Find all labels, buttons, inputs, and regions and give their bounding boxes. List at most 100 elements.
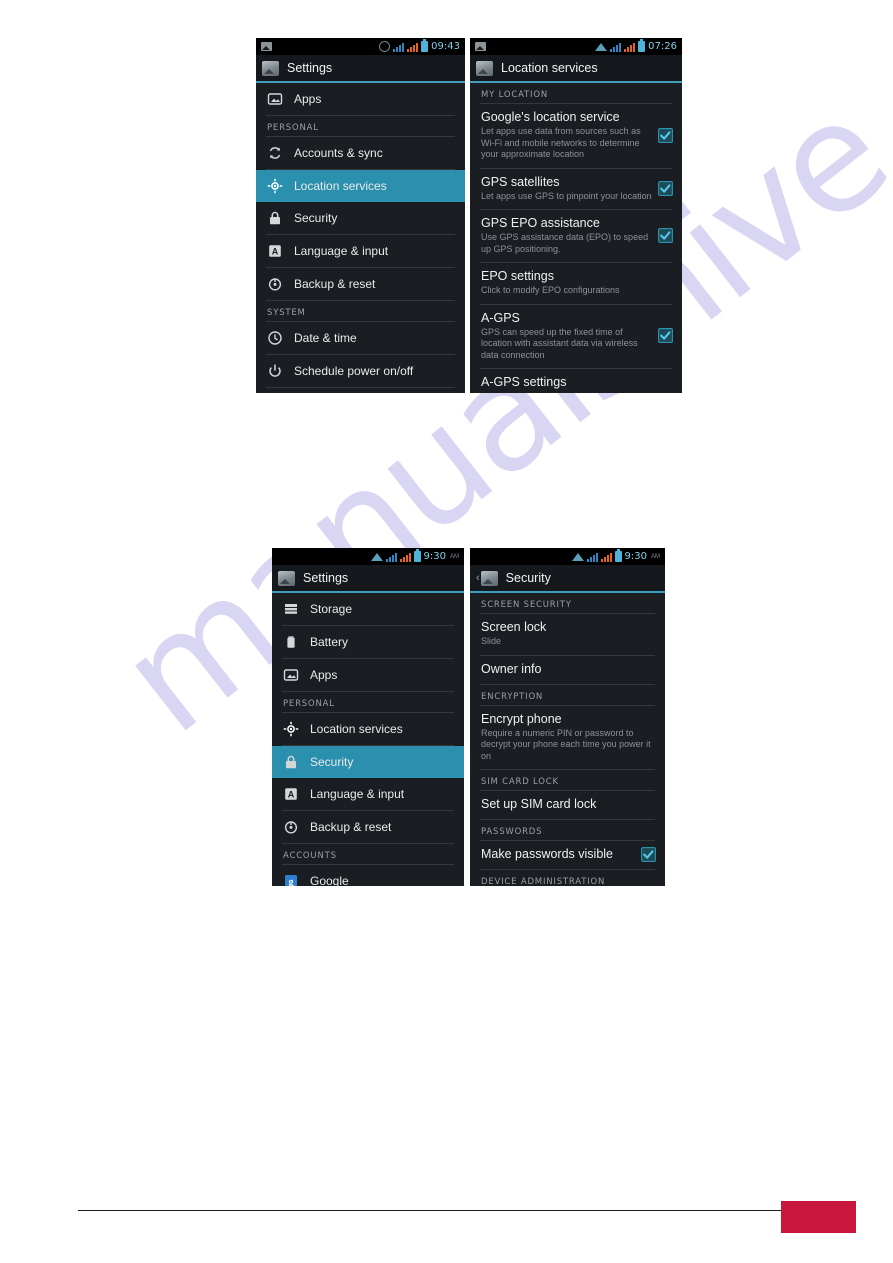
lock-icon [283, 754, 299, 770]
checkbox-checked[interactable] [658, 127, 673, 143]
settings-item-title: GPS satellites [481, 174, 560, 189]
status-bar: 09:43 [256, 38, 465, 55]
photo-icon [261, 42, 272, 51]
list-item-label: Language & input [310, 787, 405, 801]
settings-item-title: GPS EPO assistance [481, 216, 600, 230]
list-item-label: Google [310, 874, 349, 886]
screenshot-panel-security: 9:30 AM ‹ Security SCREEN SECURITY Screen loc… [470, 548, 665, 886]
svg-text:A: A [272, 247, 279, 257]
list-item[interactable]: A Language & input [256, 235, 465, 267]
settings-list: MY LOCATION Google's location service Let … [470, 83, 682, 393]
list-item-label: Schedule power on/off [294, 364, 414, 378]
screenshot-panel-settings-location: 09:43 Settings Apps PERSONAL Accounts & sync… [256, 38, 465, 393]
svg-text:g: g [289, 877, 294, 886]
list-item-label: Security [294, 211, 338, 225]
list-item[interactable]: Schedule power on/off [256, 355, 465, 387]
list-item[interactable]: Accounts & sync [256, 137, 465, 169]
list-item[interactable]: Backup & reset [272, 811, 464, 843]
google-icon: g [283, 873, 299, 886]
location-icon [267, 178, 283, 194]
list-item[interactable]: Date & time [256, 322, 465, 354]
alarm-icon [379, 41, 391, 52]
settings-item-title: Google's location service [481, 110, 620, 124]
status-bar-clock: 07:26 [648, 41, 677, 52]
settings-item[interactable]: EPO settings Click to modify EPO configur… [470, 263, 682, 304]
status-bar-clock: 9:30 [624, 551, 647, 562]
settings-item[interactable]: Screen lock Slide [470, 614, 665, 655]
apps-icon [267, 91, 283, 107]
settings-item-summary: Use GPS assistance data (EPO) to speed u… [481, 232, 649, 254]
checkbox-checked[interactable] [658, 228, 673, 243]
settings-item-title: A-GPS settings [481, 375, 567, 389]
language-icon: A [267, 243, 283, 259]
svg-text:A: A [288, 790, 295, 800]
list-item[interactable]: Battery [272, 626, 464, 658]
checkbox-checked[interactable] [641, 847, 656, 862]
list-item[interactable]: Accessibility [256, 388, 465, 393]
settings-app-icon [278, 570, 295, 586]
settings-item-title: Set up SIM card lock [481, 797, 597, 811]
settings-item-title: A-GPS [481, 310, 520, 325]
section-header: PERSONAL [267, 123, 319, 133]
list-item[interactable]: Apps [272, 659, 464, 691]
settings-item[interactable]: GPS EPO assistance Use GPS assistance dat… [470, 210, 682, 262]
section-header: ACCOUNTS [283, 851, 337, 861]
settings-item[interactable]: Owner info [470, 656, 665, 684]
status-bar-clock: 09:43 [431, 41, 460, 52]
section-header: ENCRYPTION [481, 691, 544, 702]
section-header: SCREEN SECURITY [481, 600, 572, 610]
list-item-label: Battery [310, 635, 349, 649]
settings-item[interactable]: Google's location service Let apps use da… [470, 104, 682, 168]
location-icon [283, 721, 299, 737]
footer-red-box [781, 1201, 856, 1233]
battery-icon [614, 549, 622, 562]
wifi-icon [571, 552, 584, 561]
section-header: DEVICE ADMINISTRATION [481, 877, 606, 886]
status-bar: 07:26 [470, 38, 682, 55]
power-icon [267, 363, 283, 379]
status-bar: 9:30 AM [470, 548, 665, 565]
settings-app-icon [262, 60, 279, 76]
action-bar-title: Security [505, 571, 551, 585]
section-header: SIM CARD LOCK [481, 777, 559, 787]
list-item[interactable]: Security [256, 202, 465, 234]
back-icon[interactable]: ‹ [476, 572, 480, 584]
settings-item-title: Make passwords visible [481, 847, 613, 861]
checkbox-checked[interactable] [658, 328, 673, 344]
photo-icon [475, 42, 486, 51]
list-item[interactable]: Apps [256, 83, 465, 115]
list-item[interactable]: Location services [272, 713, 464, 745]
checkbox-checked[interactable] [658, 180, 673, 196]
settings-app-icon [476, 60, 493, 76]
action-bar-title: Location services [501, 61, 598, 75]
settings-item[interactable]: Set up SIM card lock [470, 791, 665, 819]
settings-item-summary: Click to modify EPO configurations [481, 285, 620, 295]
settings-item-summary: GPS can speed up the fixed time of locat… [481, 326, 638, 360]
settings-item[interactable]: A-GPS GPS can speed up the fixed time of … [470, 305, 682, 369]
list-item-label: Language & input [294, 244, 389, 258]
settings-list: Storage Battery Apps PERSONAL Location servi… [272, 593, 464, 886]
list-item[interactable]: Security [272, 746, 464, 778]
list-item[interactable]: A Language & input [272, 778, 464, 810]
list-item[interactable]: Location services [256, 170, 465, 202]
list-item[interactable]: Backup & reset [256, 268, 465, 300]
settings-item[interactable]: Make passwords visible [470, 841, 665, 869]
status-bar-ampm: AM [651, 553, 660, 560]
settings-list: Apps PERSONAL Accounts & sync Location serv… [256, 83, 465, 393]
section-header: PERSONAL [283, 699, 335, 709]
settings-item[interactable]: Encrypt phone Require a numeric PIN or pa… [470, 706, 665, 770]
list-item-label: Accounts & sync [294, 146, 383, 160]
list-item[interactable]: g Google [272, 865, 464, 886]
list-item-label: Backup & reset [310, 820, 392, 834]
action-bar-title: Settings [303, 571, 349, 585]
status-bar-clock: 9:30 [423, 551, 446, 562]
settings-item[interactable]: A-GPS settings [470, 369, 682, 393]
list-item-label: Storage [310, 602, 353, 616]
language-icon: A [283, 786, 299, 802]
settings-item-summary: Require a numeric PIN or password to dec… [481, 727, 651, 761]
list-item-label: Backup & reset [294, 277, 376, 291]
list-item-label: Location services [294, 179, 387, 193]
screenshot-panel-settings-security: 9:30 AM Settings Storage Battery Apps PERSONAL… [272, 548, 464, 886]
list-item[interactable]: Storage [272, 593, 464, 625]
settings-item[interactable]: GPS satellites Let apps use GPS to pinpoi… [470, 169, 682, 210]
